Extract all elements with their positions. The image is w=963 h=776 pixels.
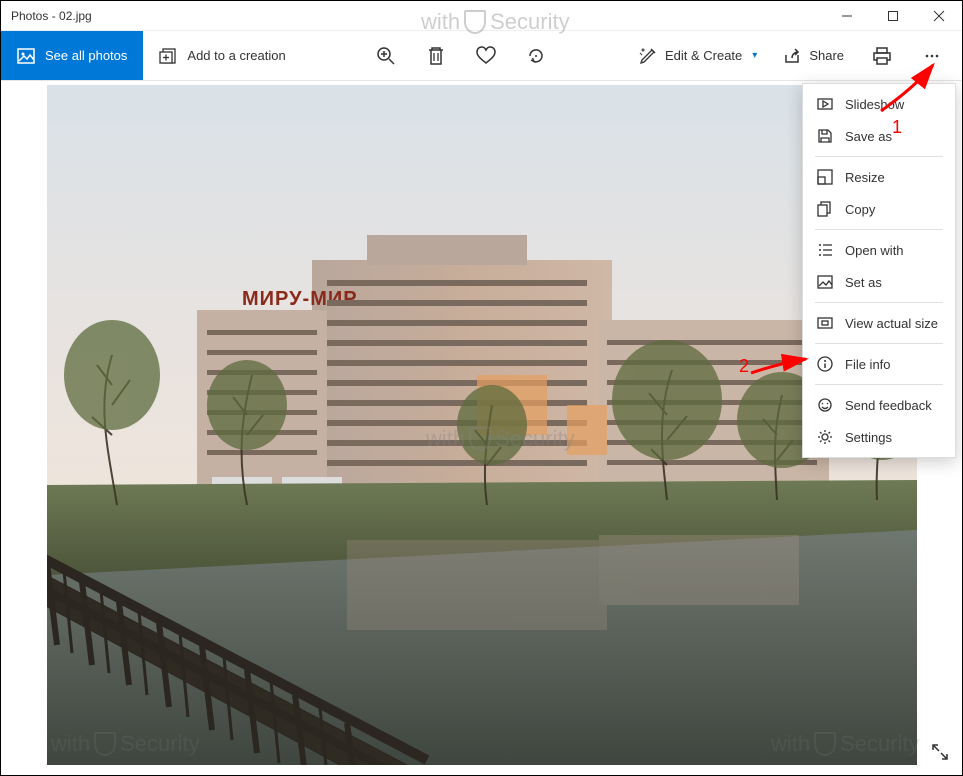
more-icon xyxy=(923,47,941,65)
delete-button[interactable] xyxy=(412,31,460,81)
set-as-icon xyxy=(817,274,833,290)
menu-separator xyxy=(815,343,943,344)
edit-create-label: Edit & Create xyxy=(665,48,742,63)
share-label: Share xyxy=(809,48,844,63)
zoom-button[interactable] xyxy=(362,31,410,81)
add-to-creation-label: Add to a creation xyxy=(187,48,285,63)
photo-viewport[interactable]: МИРУ-МИР xyxy=(47,85,917,765)
menu-save-as[interactable]: Save as xyxy=(803,120,955,152)
heart-icon xyxy=(476,46,496,66)
menu-resize[interactable]: Resize xyxy=(803,161,955,193)
photo-image: МИРУ-МИР xyxy=(47,85,917,765)
menu-settings[interactable]: Settings xyxy=(803,421,955,453)
titlebar: Photos - 02.jpg xyxy=(1,1,962,31)
feedback-icon xyxy=(817,397,833,413)
menu-file-info[interactable]: File info xyxy=(803,348,955,380)
trash-icon xyxy=(427,46,445,66)
menu-file-info-label: File info xyxy=(845,357,891,372)
menu-slideshow-label: Slideshow xyxy=(845,97,904,112)
copy-icon xyxy=(817,201,833,217)
print-icon xyxy=(872,46,892,66)
menu-open-with-label: Open with xyxy=(845,243,904,258)
menu-slideshow[interactable]: Slideshow xyxy=(803,88,955,120)
share-button[interactable]: Share xyxy=(771,31,856,81)
svg-text:МИРУ-МИР: МИРУ-МИР xyxy=(242,288,358,310)
menu-view-actual-size[interactable]: View actual size xyxy=(803,307,955,339)
edit-icon xyxy=(639,47,657,65)
window-controls xyxy=(824,1,962,30)
menu-open-with[interactable]: Open with xyxy=(803,234,955,266)
menu-send-feedback-label: Send feedback xyxy=(845,398,932,413)
menu-save-as-label: Save as xyxy=(845,129,892,144)
window-title: Photos - 02.jpg xyxy=(11,9,824,23)
see-all-photos-button[interactable]: See all photos xyxy=(1,31,143,80)
toolbar: See all photos Add to a creation xyxy=(1,31,962,81)
maximize-button[interactable] xyxy=(870,1,916,30)
tool-group-center xyxy=(362,31,566,80)
gear-icon xyxy=(817,429,833,445)
creation-icon xyxy=(159,47,177,65)
photo-icon xyxy=(17,47,35,65)
slideshow-icon xyxy=(817,96,833,112)
annotation-1: 1 xyxy=(892,117,902,138)
rotate-icon xyxy=(526,46,546,66)
menu-separator xyxy=(815,229,943,230)
share-icon xyxy=(783,47,801,65)
menu-copy-label: Copy xyxy=(845,202,875,217)
edit-create-button[interactable]: Edit & Create ▾ xyxy=(627,31,769,81)
menu-view-actual-label: View actual size xyxy=(845,316,938,331)
minimize-button[interactable] xyxy=(824,1,870,30)
menu-resize-label: Resize xyxy=(845,170,885,185)
resize-icon xyxy=(817,169,833,185)
print-button[interactable] xyxy=(858,31,906,81)
favorite-button[interactable] xyxy=(462,31,510,81)
actual-size-icon xyxy=(817,315,833,331)
close-button[interactable] xyxy=(916,1,962,30)
tool-group-right: Edit & Create ▾ Share xyxy=(627,31,962,80)
more-button[interactable] xyxy=(908,31,956,81)
menu-separator xyxy=(815,156,943,157)
fullscreen-button[interactable] xyxy=(930,742,950,765)
menu-set-as-label: Set as xyxy=(845,275,882,290)
menu-separator xyxy=(815,302,943,303)
menu-set-as[interactable]: Set as xyxy=(803,266,955,298)
menu-separator xyxy=(815,384,943,385)
open-with-icon xyxy=(817,242,833,258)
menu-copy[interactable]: Copy xyxy=(803,193,955,225)
chevron-down-icon: ▾ xyxy=(752,50,757,61)
add-to-creation-button[interactable]: Add to a creation xyxy=(143,31,301,80)
zoom-in-icon xyxy=(376,46,396,66)
annotation-2: 2 xyxy=(739,356,749,377)
rotate-button[interactable] xyxy=(512,31,560,81)
save-icon xyxy=(817,128,833,144)
menu-settings-label: Settings xyxy=(845,430,892,445)
more-menu: Slideshow Save as Resize Copy Open with … xyxy=(802,83,956,458)
info-icon xyxy=(817,356,833,372)
menu-send-feedback[interactable]: Send feedback xyxy=(803,389,955,421)
fullscreen-icon xyxy=(930,742,950,762)
see-all-photos-label: See all photos xyxy=(45,48,127,63)
